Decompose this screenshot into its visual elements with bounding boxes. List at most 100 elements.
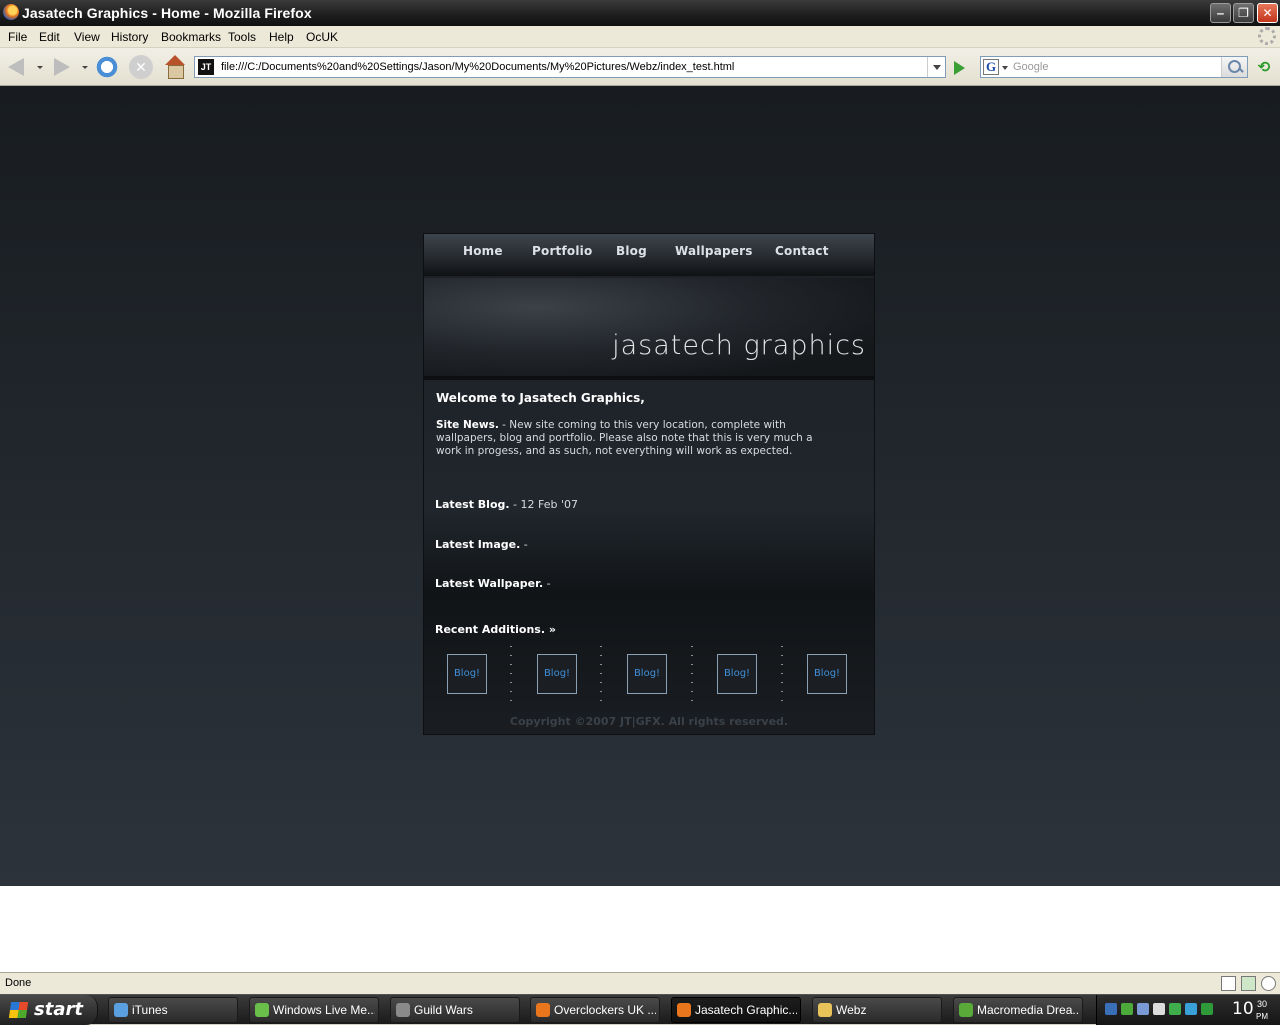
thumb-separator xyxy=(691,646,693,702)
taskbar-app-icon xyxy=(114,1003,128,1017)
thumb-separator xyxy=(600,646,602,702)
window-title: Jasatech Graphics - Home - Mozilla Firef… xyxy=(22,5,312,21)
site-favicon-icon: JT xyxy=(198,59,214,75)
maximize-button[interactable]: ❐ xyxy=(1233,3,1254,23)
address-dropdown-icon[interactable] xyxy=(927,57,945,77)
taskbar-button[interactable]: Windows Live Me... xyxy=(249,997,379,1023)
latest-image-label[interactable]: Latest Image. xyxy=(435,538,520,551)
taskbar-button-label: Jasatech Graphic... xyxy=(695,1003,797,1017)
taskbar-button[interactable]: Guild Wars xyxy=(390,997,520,1023)
clock-hour: 10 xyxy=(1232,999,1254,1019)
taskbar-button-label: Guild Wars xyxy=(414,1003,473,1017)
site-nav-home[interactable]: Home xyxy=(463,244,503,258)
recent-thumb-1[interactable]: Blog! xyxy=(447,654,487,694)
site-nav-wallpapers[interactable]: Wallpapers xyxy=(675,244,753,258)
taskbar-app-icon xyxy=(255,1003,269,1017)
latest-wallpaper-label[interactable]: Latest Wallpaper. xyxy=(435,577,543,590)
tray-messenger-icon[interactable] xyxy=(1121,1003,1133,1015)
address-bar[interactable]: JT file:///C:/Documents%20and%20Settings… xyxy=(194,56,946,78)
search-magnifier-icon[interactable] xyxy=(1221,57,1247,77)
menu-history[interactable]: History xyxy=(111,30,148,44)
stop-icon[interactable]: ✕ xyxy=(129,55,153,79)
search-bar: G xyxy=(980,56,1248,78)
google-g-icon: G xyxy=(983,59,999,75)
menu-bookmarks[interactable]: Bookmarks xyxy=(161,30,221,44)
recent-thumb-5[interactable]: Blog! xyxy=(807,654,847,694)
reload-icon[interactable] xyxy=(95,55,119,79)
tray-app-icon[interactable] xyxy=(1137,1003,1149,1015)
site-news-label: Site News. xyxy=(436,419,499,431)
taskbar-button[interactable]: Overclockers UK ... xyxy=(530,997,660,1023)
back-arrow-icon[interactable] xyxy=(6,55,30,79)
forward-history-dropdown-icon[interactable] xyxy=(82,66,88,69)
close-button[interactable]: ✕ xyxy=(1257,3,1278,23)
taskbar-button[interactable]: iTunes xyxy=(108,997,238,1023)
taskbar-button-label: iTunes xyxy=(132,1003,168,1017)
menu-file[interactable]: File xyxy=(8,30,27,44)
menu-help[interactable]: Help xyxy=(269,30,294,44)
site-copyright: Copyright ©2007 JT|GFX. All rights reser… xyxy=(509,715,789,728)
site-nav-blog[interactable]: Blog xyxy=(616,244,647,258)
recent-additions-heading[interactable]: Recent Additions. » xyxy=(435,623,556,636)
latest-blog-date: - 12 Feb '07 xyxy=(509,498,579,511)
menu-ocuk[interactable]: OcUK xyxy=(306,30,338,44)
extension-icon[interactable]: ⟲ xyxy=(1254,58,1274,78)
latest-image-value: - xyxy=(520,538,528,551)
addon-status-icon[interactable] xyxy=(1241,976,1256,991)
minimize-button[interactable]: ‒ xyxy=(1210,3,1231,23)
activity-throbber-icon xyxy=(1258,27,1276,45)
taskbar-button[interactable]: Webz xyxy=(812,997,942,1023)
taskbar-app-icon xyxy=(536,1003,550,1017)
tray-network-icon[interactable] xyxy=(1105,1003,1117,1015)
taskbar-button[interactable]: Macromedia Drea... xyxy=(953,997,1083,1023)
search-engine-selector[interactable]: G xyxy=(983,59,1009,75)
address-url[interactable]: file:///C:/Documents%20and%20Settings/Ja… xyxy=(221,61,734,73)
status-text: Done xyxy=(5,977,32,989)
recent-thumb-4[interactable]: Blog! xyxy=(717,654,757,694)
site-news: Site News. - New site coming to this ver… xyxy=(436,419,818,458)
taskbar-button[interactable]: Jasatech Graphic... xyxy=(671,997,801,1023)
page-info-icon[interactable] xyxy=(1221,976,1236,991)
latest-wallpaper: Latest Wallpaper. - xyxy=(435,577,551,590)
latest-wallpaper-value: - xyxy=(543,577,551,590)
recent-thumb-2[interactable]: Blog! xyxy=(537,654,577,694)
search-input[interactable] xyxy=(1013,58,1218,76)
site-logo: jasatech graphics xyxy=(612,330,866,361)
latest-blog-label[interactable]: Latest Blog. xyxy=(435,498,510,511)
go-arrow-icon[interactable] xyxy=(949,58,969,78)
thumb-separator xyxy=(781,646,783,702)
taskbar-app-icon xyxy=(677,1003,691,1017)
taskbar-button-label: Overclockers UK ... xyxy=(554,1003,656,1017)
tray-sync-icon[interactable] xyxy=(1185,1003,1197,1015)
taskbar-button-label: Macromedia Drea... xyxy=(977,1003,1079,1017)
window-title-bar: Jasatech Graphics - Home - Mozilla Firef… xyxy=(0,0,1280,26)
site-nav-contact[interactable]: Contact xyxy=(775,244,829,258)
system-tray: 10 30 PM xyxy=(1096,995,1280,1025)
recent-thumb-3[interactable]: Blog! xyxy=(627,654,667,694)
windows-flag-icon xyxy=(8,1002,29,1018)
taskbar-button-label: Windows Live Me... xyxy=(273,1003,375,1017)
menu-view[interactable]: View xyxy=(74,30,100,44)
site-nav-portfolio[interactable]: Portfolio xyxy=(532,244,592,258)
latest-blog: Latest Blog. - 12 Feb '07 xyxy=(435,498,578,511)
thumb-separator xyxy=(510,646,512,702)
taskbar-app-icon xyxy=(396,1003,410,1017)
tray-update-icon[interactable] xyxy=(1201,1003,1213,1015)
menu-tools[interactable]: Tools xyxy=(228,30,256,44)
spellcheck-status-icon[interactable] xyxy=(1261,976,1276,991)
back-history-dropdown-icon[interactable] xyxy=(37,66,43,69)
start-label: start xyxy=(34,999,83,1020)
tray-contacts-icon[interactable] xyxy=(1169,1003,1181,1015)
home-icon[interactable] xyxy=(163,55,187,79)
latest-image: Latest Image. - xyxy=(435,538,528,551)
taskbar-button-label: Webz xyxy=(836,1003,867,1017)
forward-arrow-icon[interactable] xyxy=(50,55,74,79)
tray-mail-icon[interactable] xyxy=(1153,1003,1165,1015)
site-banner: jasatech graphics xyxy=(424,278,874,380)
menu-edit[interactable]: Edit xyxy=(39,30,60,44)
clock-minute: 30 xyxy=(1257,999,1268,1009)
welcome-heading: Welcome to Jasatech Graphics, xyxy=(436,391,645,405)
start-button[interactable]: start xyxy=(0,995,98,1025)
windows-taskbar: start iTunes Windows Live Me... Guild Wars… xyxy=(0,994,1280,1025)
clock-ampm: PM xyxy=(1256,1012,1268,1021)
